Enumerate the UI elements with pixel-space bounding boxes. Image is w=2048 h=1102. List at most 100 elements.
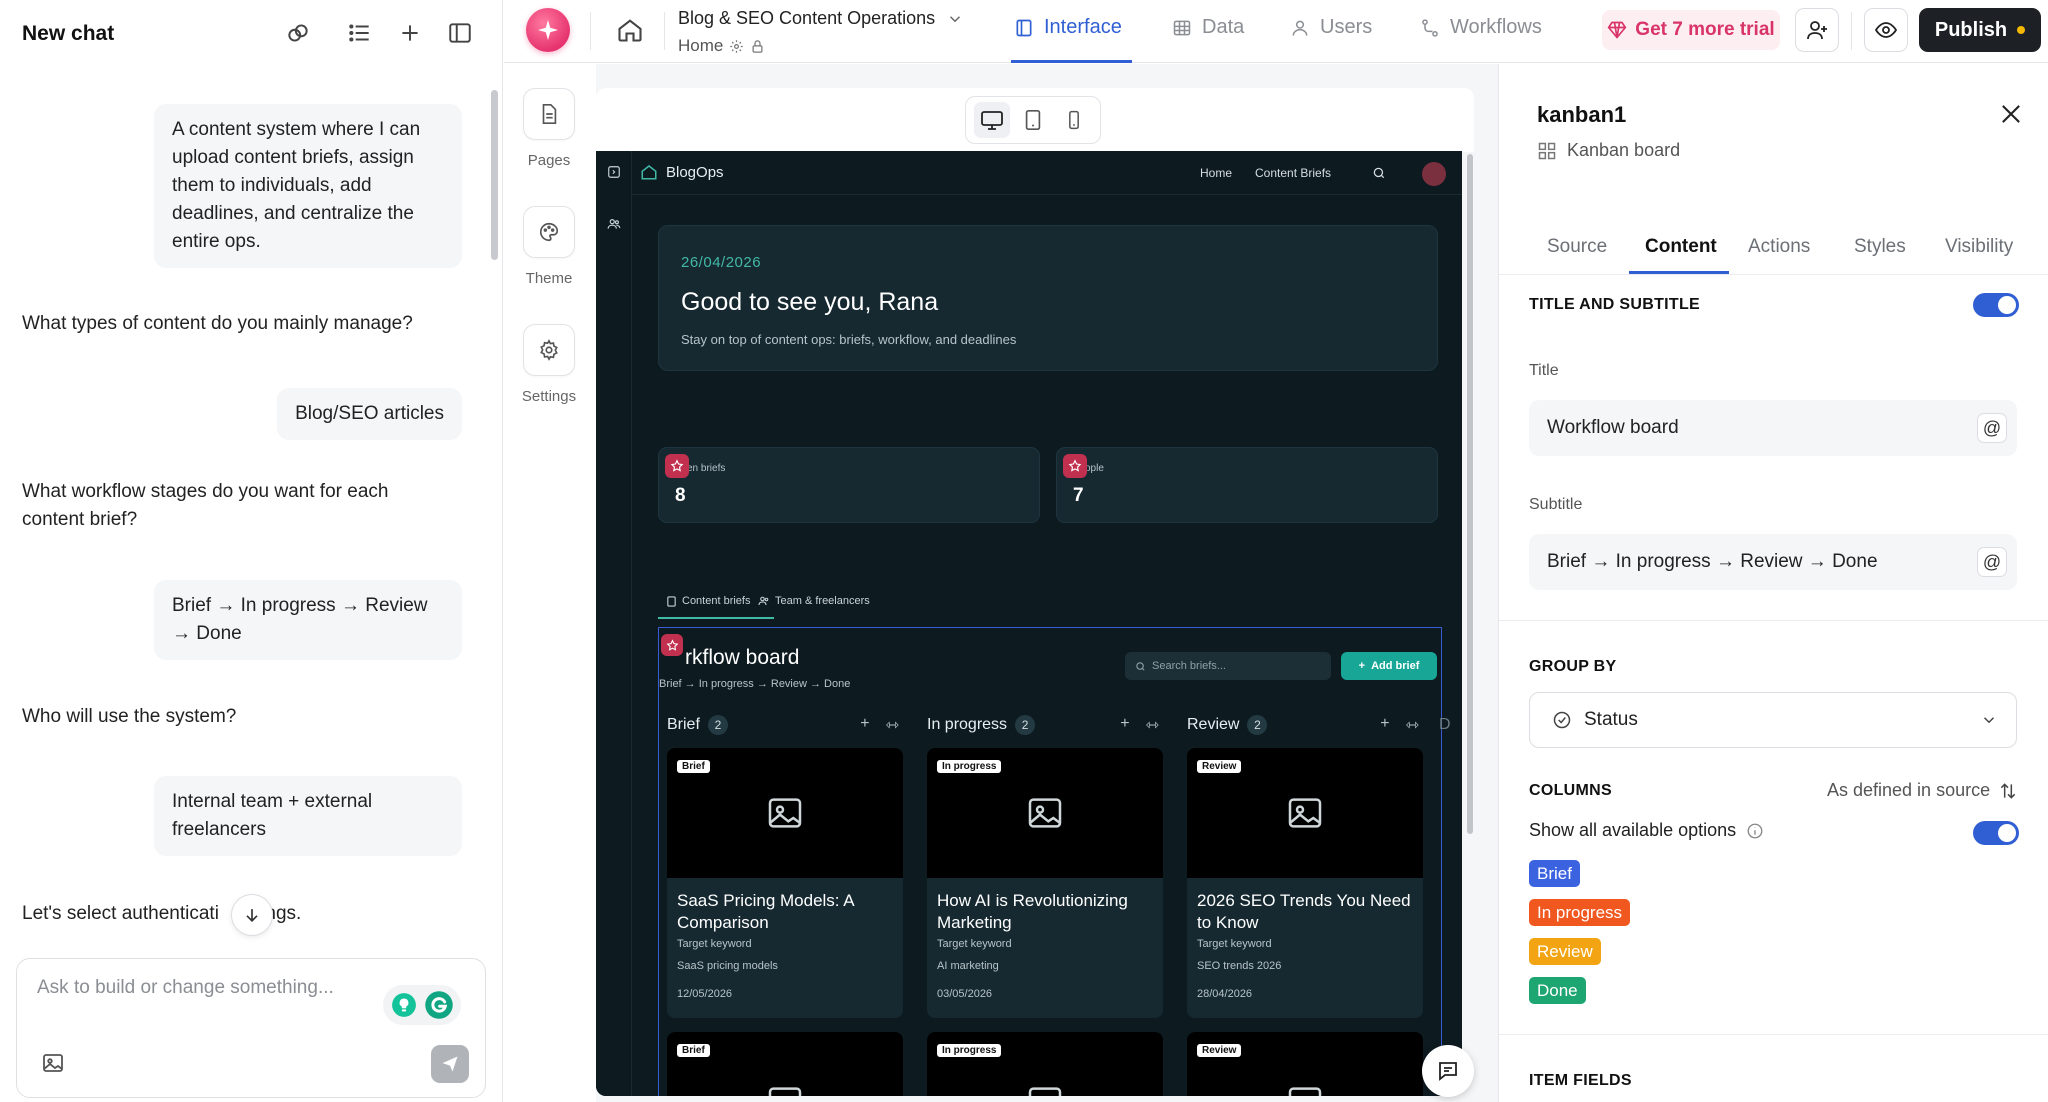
close-icon[interactable] [1997,100,2025,128]
tablet-view-button[interactable] [1015,102,1051,138]
column-chip-review[interactable]: Review [1529,938,1601,965]
image-upload-icon[interactable] [41,1051,65,1075]
tab-interface[interactable]: Interface [1014,16,1122,39]
kanban-card[interactable]: In progress [927,1032,1163,1096]
chat-message-user: Brief → In progress → Review → Done [154,580,462,660]
chat-message-user: Blog/SEO articles [277,388,462,440]
plus-icon[interactable]: + [860,715,869,735]
star-icon[interactable] [1063,454,1087,478]
rail-theme-button[interactable] [523,206,575,258]
title-subtitle-toggle[interactable] [1973,293,2019,317]
home-icon[interactable] [616,16,644,44]
kanban-card[interactable]: Review [1187,1032,1423,1096]
tab-visibility[interactable]: Visibility [1945,236,2013,258]
chat-title: New chat [22,22,115,45]
app-logo[interactable] [526,8,570,52]
rail-pages-button[interactable] [523,88,575,140]
plus-icon[interactable]: + [1380,715,1389,735]
app-nav-content-briefs[interactable]: Content Briefs [1255,166,1331,180]
card-title: How AI is Revolutionizing Marketing [937,891,1128,932]
tab-actions[interactable]: Actions [1748,236,1810,258]
kanban-board[interactable]: rkflow board Brief → In progress → Revie… [658,627,1451,1096]
people-icon[interactable] [607,217,621,231]
lock-icon [750,39,765,54]
get-trial-button[interactable]: Get 7 more trial [1602,10,1780,50]
chat-panel: New chat A content system where I can up… [0,0,503,1102]
title-field[interactable]: Workflow board @ [1529,400,2017,456]
rail-settings-button[interactable] [523,324,575,376]
tab-content[interactable]: Content [1645,236,1717,258]
app-nav-home[interactable]: Home [1200,166,1232,180]
card-title: SaaS Pricing Models: A Comparison [677,891,854,932]
app-brand[interactable]: BlogOps [640,163,724,181]
show-all-options-toggle[interactable] [1973,821,2019,845]
at-icon[interactable]: @ [1977,413,2007,443]
collapse-icon[interactable]: ⇿ [1146,715,1159,735]
tab-content-briefs[interactable]: Content briefs [666,595,750,607]
tab-source[interactable]: Source [1547,236,1607,258]
chat-scrollbar[interactable] [491,90,498,260]
invite-user-button[interactable] [1795,8,1839,52]
tab-users[interactable]: Users [1290,16,1372,39]
desktop-view-button[interactable] [974,102,1011,138]
send-button[interactable] [431,1045,469,1083]
column-order-select[interactable]: As defined in source [1827,780,2018,801]
kanban-card[interactable]: Review 2026 SEO Trends You Need to Know … [1187,748,1423,1018]
status-badge: In progress [937,1044,1002,1057]
kanban-card[interactable]: Brief SaaS Pricing Models: A Comparison … [667,748,903,1018]
collapse-icon[interactable]: ⇿ [886,715,899,735]
collapse-icon[interactable]: ⇿ [1406,715,1419,735]
sidebar-toggle-icon[interactable] [447,20,473,46]
kanban-card[interactable]: In progress How AI is Revolutionizing Ma… [927,748,1163,1018]
composer-plugins [383,985,461,1025]
next-column-peek: D [1439,716,1451,733]
status-badge: In progress [937,760,1002,773]
column-chip-brief[interactable]: Brief [1529,860,1580,887]
column-chip-in-progress[interactable]: In progress [1529,899,1631,926]
link-icon[interactable] [285,20,311,46]
subtitle-field[interactable]: Brief → In progress → Review → Done @ [1529,534,2017,590]
sparkle-icon [538,20,558,40]
lightbulb-icon[interactable] [391,992,417,1018]
feedback-chat-button[interactable] [1422,1045,1474,1097]
stat-value: 8 [675,485,686,506]
component-name[interactable]: kanban1 [1537,102,1626,128]
grammarly-icon[interactable] [424,990,454,1020]
active-tab-indicator [658,617,774,619]
column-chip-done[interactable]: Done [1529,977,1586,1004]
avatar[interactable] [1422,162,1446,186]
chat-input[interactable] [37,977,367,999]
card-image-placeholder: Brief [667,1032,903,1096]
plus-icon[interactable] [397,20,423,46]
star-icon[interactable] [665,454,689,478]
scroll-to-bottom-button[interactable] [231,894,273,936]
publish-button[interactable]: Publish [1919,8,2041,52]
tab-data[interactable]: Data [1172,16,1244,39]
at-icon[interactable]: @ [1977,547,2007,577]
add-brief-button[interactable]: + Add brief [1341,652,1437,680]
table-icon [1172,18,1192,38]
tab-workflows[interactable]: Workflows [1420,16,1542,39]
project-title[interactable]: Blog & SEO Content Operations [678,8,935,29]
group-by-select[interactable]: Status [1529,692,2017,748]
star-icon[interactable] [661,634,683,656]
chat-message-assistant: Who will use the system? [22,706,237,727]
chat-message-assistant: What workflow stages do you want for eac… [22,481,389,530]
chevron-down-icon [1980,711,1998,729]
sidebar-collapse-icon[interactable] [607,165,621,179]
page-breadcrumb[interactable]: Home [678,36,765,56]
kanban-search-input[interactable]: Search briefs... [1125,652,1331,680]
search-icon[interactable] [1372,166,1386,180]
tablet-icon [1025,110,1041,130]
chevron-down-icon[interactable] [946,10,964,28]
list-icon[interactable] [347,20,373,46]
plus-icon[interactable]: + [1120,715,1129,735]
preview-button[interactable] [1864,8,1908,52]
tab-styles[interactable]: Styles [1854,236,1906,258]
kanban-card[interactable]: Brief [667,1032,903,1096]
info-icon[interactable] [1746,822,1764,840]
canvas-scrollbar[interactable] [1467,154,1473,834]
card-field-label: Target keyword [937,938,1012,950]
tab-team-freelancers[interactable]: Team & freelancers [758,595,870,607]
mobile-view-button[interactable] [1056,102,1092,138]
